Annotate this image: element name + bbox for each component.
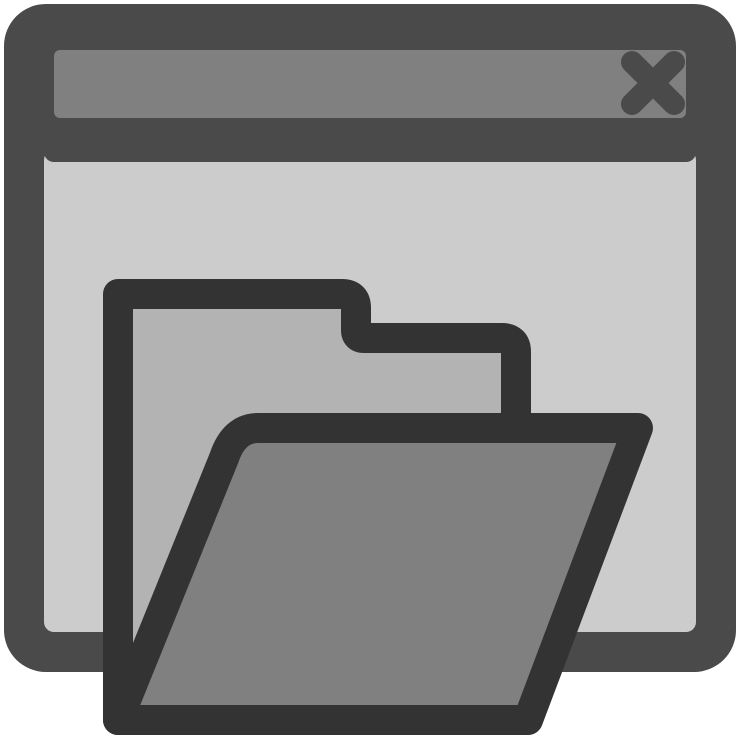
close-icon[interactable] — [621, 51, 685, 115]
icon-canvas — [4, 4, 736, 735]
window-title-bar — [54, 50, 686, 118]
window-open-folder-icon — [0, 0, 740, 754]
title-bar-separator — [44, 118, 696, 162]
